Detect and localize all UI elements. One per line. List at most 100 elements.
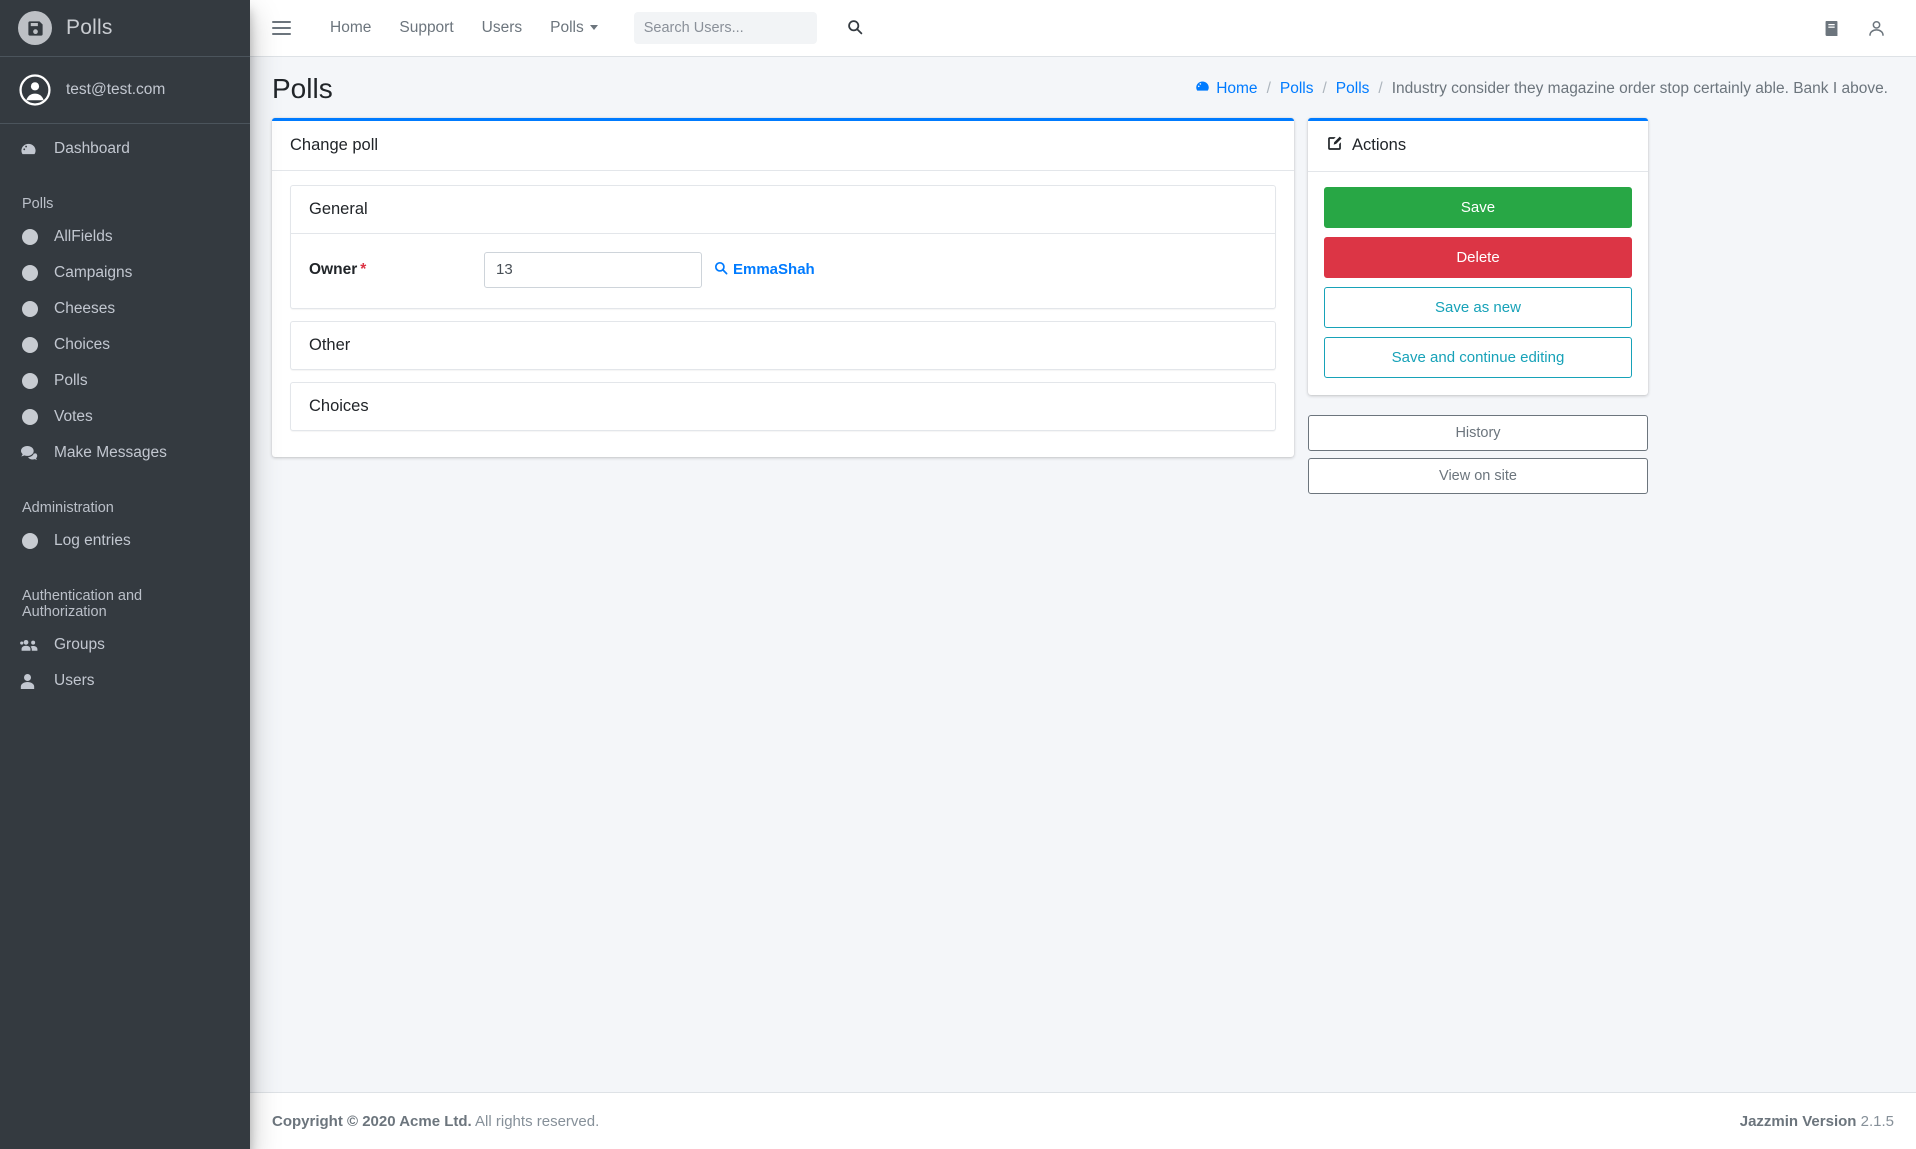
circle-icon [20, 265, 46, 281]
search-submit-button[interactable] [841, 12, 869, 44]
content-body: Change poll General Owner * 13 EmmaShah … [250, 117, 1916, 502]
history-button[interactable]: History [1308, 414, 1648, 451]
sidebar-header-auth: Authentication and Authorization [22, 588, 143, 620]
change-poll-card: Change poll General Owner * 13 EmmaShah … [272, 117, 1294, 457]
dashboard-icon [1195, 79, 1210, 99]
sidebar-item-log-entries[interactable]: Log entries [10, 524, 240, 558]
circle-icon [20, 337, 46, 353]
fieldset-general: General Owner * 13 EmmaShah [290, 184, 1276, 309]
sidebar-item-polls[interactable]: Polls [10, 364, 240, 398]
brand-link[interactable]: Polls [0, 0, 250, 57]
sidebar-item-label: AllFields [54, 228, 113, 245]
sidebar-item-label: Make Messages [54, 444, 167, 461]
footer-copyright-rest: All rights reserved. [475, 1112, 600, 1130]
sidebar-nav: Dashboard Polls AllFields Campaigns Chee… [0, 124, 250, 698]
footer-version: Jazzmin Version 2.1.5 [1740, 1113, 1894, 1130]
change-poll-card-header: Change poll [272, 121, 1294, 171]
breadcrumb-home-label: Home [1216, 79, 1258, 97]
sidebar-header-polls: Polls [22, 196, 54, 212]
circle-icon [20, 229, 46, 245]
circle-icon [20, 301, 46, 317]
fieldset-other: Other [290, 320, 1276, 370]
save-and-continue-button[interactable]: Save and continue editing [1324, 336, 1632, 378]
secondary-action-buttons: History View on site [1308, 413, 1648, 495]
sidebar-item-dashboard[interactable]: Dashboard [10, 132, 240, 166]
breadcrumb: Home / Polls / Polls / Industry consider… [1195, 79, 1894, 99]
page-title: Polls [272, 73, 333, 104]
breadcrumb-separator: / [1266, 79, 1271, 97]
fieldset-choices: Choices [290, 381, 1276, 431]
sidebar-item-choices[interactable]: Choices [10, 328, 240, 362]
form-row-owner: Owner* EmmaShah [309, 251, 1257, 288]
navbar-right-icons [1822, 19, 1898, 38]
brand-title: Polls [66, 16, 113, 39]
sidebar-item-users[interactable]: Users [10, 664, 240, 698]
user-icon[interactable] [1867, 19, 1886, 38]
user-icon [20, 673, 46, 690]
breadcrumb-separator: / [1378, 79, 1383, 97]
search-icon [714, 261, 728, 279]
search-input[interactable] [633, 20, 841, 36]
breadcrumb-item-home[interactable]: Home [1195, 79, 1258, 99]
sidebar-item-allfields[interactable]: AllFields [10, 220, 240, 254]
tachometer-icon [20, 141, 46, 158]
navlink-support[interactable]: Support [385, 11, 467, 45]
breadcrumb-item-model[interactable]: Polls [1336, 80, 1370, 98]
save-disk-icon [18, 11, 52, 45]
sidebar-item-label: Campaigns [54, 264, 133, 281]
breadcrumb-item-app[interactable]: Polls [1280, 80, 1314, 98]
sidebar-item-campaigns[interactable]: Campaigns [10, 256, 240, 290]
actions-card-body: Save Delete Save as new Save and continu… [1308, 172, 1648, 395]
user-circle-icon [18, 73, 52, 107]
circle-icon [20, 409, 46, 425]
save-button[interactable]: Save [1324, 186, 1632, 228]
footer-copyright: Copyright © 2020 Acme Ltd. All rights re… [272, 1113, 599, 1130]
sidebar-item-label: Log entries [54, 532, 131, 549]
hamburger-icon[interactable] [268, 13, 298, 43]
save-as-new-button[interactable]: Save as new [1324, 286, 1632, 328]
owner-lookup-label: EmmaShah [733, 261, 815, 279]
view-on-site-button[interactable]: View on site [1308, 457, 1648, 495]
navlink-polls-dropdown[interactable]: Polls [536, 11, 612, 45]
sidebar-header-administration: Administration [22, 500, 114, 516]
main-column: Change poll General Owner * 13 EmmaShah … [272, 117, 1294, 475]
required-marker: * [360, 260, 367, 278]
breadcrumb-separator: / [1322, 79, 1327, 97]
sidebar-item-votes[interactable]: Votes [10, 400, 240, 434]
owner-label-text: Owner [309, 260, 358, 278]
navlink-home[interactable]: Home [316, 11, 385, 45]
sidebar-item-label: Votes [54, 408, 93, 425]
sidebar-item-label: Polls [54, 372, 88, 389]
users-group-icon [20, 638, 46, 653]
delete-button[interactable]: Delete [1324, 236, 1632, 278]
sidebar: Polls test@test.com Dashboard Polls AllF… [0, 0, 250, 1149]
fieldset-general-header[interactable]: General [291, 186, 1275, 234]
actions-title-wrap: Actions [1326, 135, 1406, 157]
change-poll-title: Change poll [290, 135, 379, 154]
search-box [633, 12, 863, 44]
sidebar-item-label: Cheeses [54, 300, 116, 317]
book-icon[interactable] [1822, 19, 1841, 38]
sidebar-item-cheeses[interactable]: Cheeses [10, 292, 240, 326]
fieldset-general-body: Owner* EmmaShah [291, 234, 1275, 308]
fieldset-choices-header[interactable]: Choices [291, 383, 1275, 430]
sidebar-item-label: Groups [54, 636, 105, 653]
actions-title: Actions [1352, 136, 1407, 155]
fieldset-other-header[interactable]: Other [291, 322, 1275, 369]
actions-column: Actions Save Delete Save as new Save and… [1308, 117, 1648, 502]
chevron-down-icon [589, 25, 598, 31]
user-panel[interactable]: test@test.com [0, 57, 250, 124]
sidebar-item-make-messages[interactable]: Make Messages [10, 436, 240, 470]
navlink-users[interactable]: Users [468, 11, 536, 45]
edit-pen-icon [1326, 135, 1343, 157]
sidebar-item-groups[interactable]: Groups [10, 628, 240, 662]
sidebar-item-label: Dashboard [54, 140, 130, 157]
owner-lookup-link[interactable]: EmmaShah [714, 261, 815, 279]
owner-input[interactable] [484, 251, 702, 288]
circle-icon [20, 373, 46, 389]
comments-icon [20, 445, 46, 462]
actions-card-header: Actions [1308, 121, 1648, 172]
